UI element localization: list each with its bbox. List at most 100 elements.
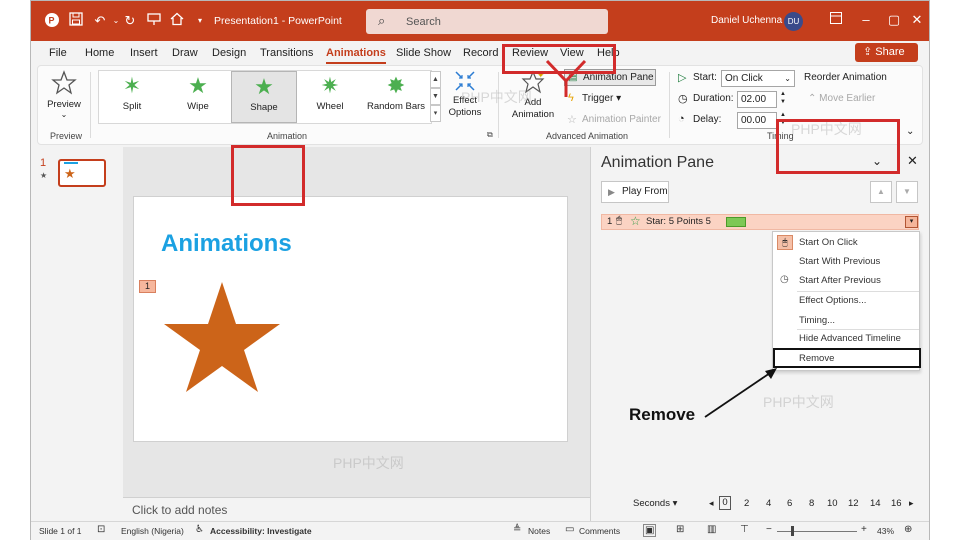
timeline-scroll-left-icon[interactable]: ◂ (709, 498, 714, 509)
preview-button[interactable]: Preview ⌄ (44, 70, 84, 124)
collapse-ribbon-icon[interactable]: ⌄ (906, 126, 914, 137)
notes-button[interactable]: Notes (528, 526, 550, 536)
divider (669, 72, 670, 138)
slide-thumbnails-panel: 1 ★ ★ (31, 147, 123, 521)
slide-thumbnail[interactable]: ★ (58, 159, 106, 187)
move-earlier-button[interactable]: ⌃ Move Earlier (808, 93, 875, 104)
timeline-tick: 4 (766, 498, 772, 509)
fit-to-window-icon[interactable]: ⊕ (904, 524, 912, 535)
tab-file[interactable]: File (49, 47, 67, 59)
menu-timing[interactable]: Timing... (799, 315, 835, 326)
zoom-out-icon[interactable]: − (766, 524, 772, 535)
comments-button[interactable]: Comments (579, 526, 620, 536)
remove-callout-label: Remove (629, 405, 696, 424)
share-button[interactable]: ⇪ Share (855, 43, 918, 62)
menu-remove[interactable]: Remove (799, 353, 834, 364)
animation-list-item[interactable]: 1 🖱 ☆ Star: 5 Points 5 ▾ (601, 214, 919, 230)
accessibility-status[interactable]: Accessibility: Investigate (210, 526, 312, 536)
dialog-launcher-icon[interactable]: ⧉ (487, 130, 493, 140)
menu-start-on-click[interactable]: Start On Click (799, 237, 858, 248)
advanced-group-label: Advanced Animation (546, 131, 629, 141)
animation-painter-icon: ☆ (567, 114, 577, 126)
menu-effect-options[interactable]: Effect Options... (799, 295, 866, 306)
move-down-icon[interactable]: ▼ (896, 181, 918, 203)
animation-split[interactable]: ✶ Split (99, 71, 165, 123)
tab-insert[interactable]: Insert (130, 47, 158, 59)
powerpoint-window: P ↶ ⌄ ↻ ▾ Presentation1 - PowerPoint ⌕ S… (30, 0, 930, 540)
close-icon[interactable]: ✕ (907, 12, 927, 30)
tab-animations[interactable]: Animations (326, 47, 386, 64)
seconds-dropdown[interactable]: Seconds ▾ (633, 498, 677, 509)
gallery-scroll-up-icon[interactable]: ▲ (430, 71, 441, 88)
tab-design[interactable]: Design (212, 47, 246, 59)
avatar[interactable]: DU (784, 12, 803, 31)
reading-view-icon[interactable]: ▥ (707, 524, 716, 535)
animation-painter-button[interactable]: Animation Painter (582, 114, 661, 125)
powerpoint-logo-icon: P (43, 12, 61, 30)
star-shape[interactable] (161, 279, 283, 395)
menu-start-after-previous[interactable]: Start After Previous (799, 275, 881, 286)
animation-star-icon: ★ (40, 171, 48, 180)
slide-title[interactable]: Animations (161, 230, 292, 258)
gallery-scroll-down-icon[interactable]: ▼ (430, 88, 441, 105)
delay-field[interactable]: 00.00 (737, 112, 777, 129)
move-up-icon[interactable]: ▲ (870, 181, 892, 203)
item-dropdown-icon[interactable]: ▾ (905, 216, 918, 228)
duration-field[interactable]: 02.00 (737, 91, 777, 108)
slide-canvas[interactable]: Animations 1 (133, 196, 568, 442)
animation-group-label: Animation (267, 131, 308, 141)
start-icon: ▷ (678, 72, 687, 84)
zoom-in-icon[interactable]: + (861, 524, 867, 535)
presenter-icon[interactable] (145, 12, 163, 30)
animation-random-bars[interactable]: ✸ Random Bars (363, 71, 429, 123)
customize-toolbar-icon[interactable]: ▾ (191, 12, 209, 30)
thumbnail-star-icon: ★ (64, 166, 76, 181)
animation-label: Wipe (187, 101, 209, 112)
duration-clock-icon: ◷ (678, 93, 688, 105)
pane-close-icon[interactable]: ✕ (907, 153, 918, 169)
tab-record[interactable]: Record (463, 47, 498, 59)
normal-view-icon[interactable]: ▣ (643, 524, 657, 537)
home-icon[interactable] (168, 12, 186, 30)
language[interactable]: English (Nigeria) (121, 526, 184, 536)
slide-sorter-icon[interactable]: ⊞ (676, 524, 684, 535)
animation-shape[interactable]: ★ Shape (231, 71, 297, 123)
star-split-icon: ✶ (122, 73, 142, 98)
maximize-icon[interactable]: ▢ (884, 12, 904, 30)
play-from-button[interactable]: ▶ Play From (601, 181, 669, 203)
gallery-more-icon[interactable]: ▾ (430, 105, 441, 122)
watermark: PHP中文网 (333, 455, 404, 471)
zoom-level[interactable]: 43% (877, 526, 894, 536)
search-box[interactable]: ⌕ Search (366, 9, 608, 34)
timeline-tick: 0 (719, 496, 731, 510)
item-number: 1 (607, 216, 613, 227)
ribbon-display-icon[interactable] (826, 12, 846, 30)
notes-pane[interactable]: Click to add notes (123, 497, 590, 521)
tab-home[interactable]: Home (85, 47, 114, 59)
tab-transitions[interactable]: Transitions (260, 47, 313, 59)
animation-wipe[interactable]: ★ Wipe (165, 71, 231, 123)
spelling-icon[interactable]: ⊡ (97, 524, 105, 535)
menu-divider (797, 329, 919, 330)
tab-slide-show[interactable]: Slide Show (396, 47, 451, 59)
minimize-icon[interactable]: – (856, 12, 876, 30)
zoom-slider-thumb[interactable] (791, 526, 794, 536)
timeline-scroll-right-icon[interactable]: ▸ (909, 498, 914, 509)
timeline-tick: 14 (870, 498, 881, 509)
notes-icon: ≜ (513, 524, 522, 535)
animation-wheel[interactable]: ✷ Wheel (297, 71, 363, 123)
menu-hide-advanced-timeline[interactable]: Hide Advanced Timeline (799, 333, 901, 344)
watermark: PHP中文网 (763, 394, 834, 410)
zoom-slider[interactable] (777, 531, 857, 532)
user-name[interactable]: Daniel Uchenna (711, 15, 782, 26)
slide-show-icon[interactable]: ⊤ (740, 524, 749, 535)
save-icon[interactable] (67, 12, 85, 30)
duration-label: Duration: (693, 93, 734, 104)
start-dropdown[interactable]: On Click ⌄ (721, 70, 795, 87)
tab-draw[interactable]: Draw (172, 47, 198, 59)
duration-stepper-icon[interactable]: ▲ ▼ (780, 90, 786, 106)
menu-start-with-previous[interactable]: Start With Previous (799, 256, 880, 267)
redo-icon[interactable]: ↻ (121, 12, 139, 30)
reorder-animation-label: Reorder Animation (804, 72, 887, 83)
animation-order-tag[interactable]: 1 (139, 280, 156, 293)
